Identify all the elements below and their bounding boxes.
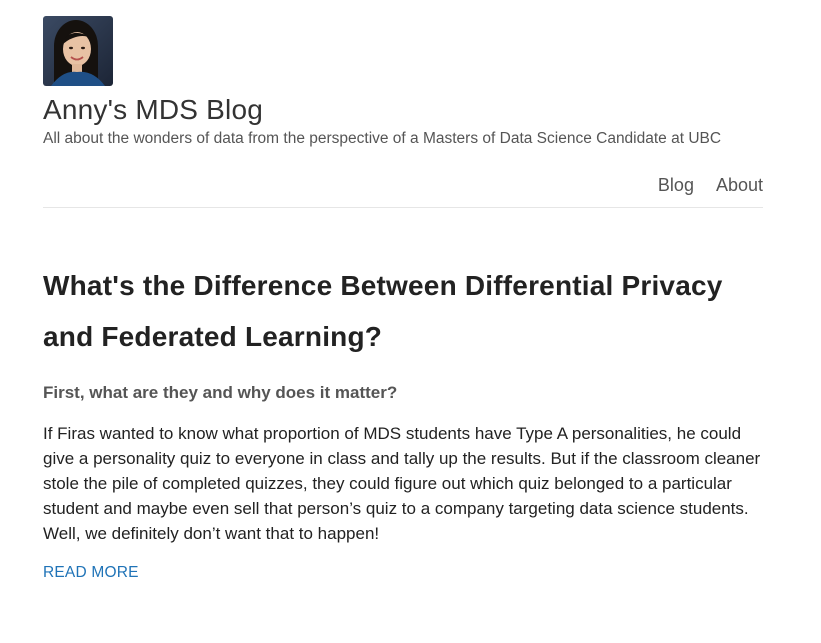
- blog-container: Anny's MDS Blog All about the wonders of…: [43, 16, 763, 582]
- post-subtitle[interactable]: First, what are they and why does it mat…: [43, 382, 763, 404]
- profile-photo: [43, 16, 113, 86]
- read-more-link[interactable]: READ MORE: [43, 564, 139, 582]
- page: Anny's MDS Blog All about the wonders of…: [0, 0, 821, 643]
- site-title[interactable]: Anny's MDS Blog: [43, 94, 763, 126]
- nav-link-about[interactable]: About: [716, 175, 763, 199]
- main-nav: Blog About: [43, 175, 763, 199]
- site-tagline: All about the wonders of data from the p…: [43, 130, 722, 147]
- post-preview: What's the Difference Between Differenti…: [43, 260, 763, 582]
- post-title[interactable]: What's the Difference Between Differenti…: [43, 260, 763, 362]
- post-excerpt: If Firas wanted to know what proportion …: [43, 424, 761, 543]
- header-divider: [43, 207, 763, 208]
- nav-link-blog[interactable]: Blog: [658, 175, 694, 199]
- avatar[interactable]: [43, 16, 113, 86]
